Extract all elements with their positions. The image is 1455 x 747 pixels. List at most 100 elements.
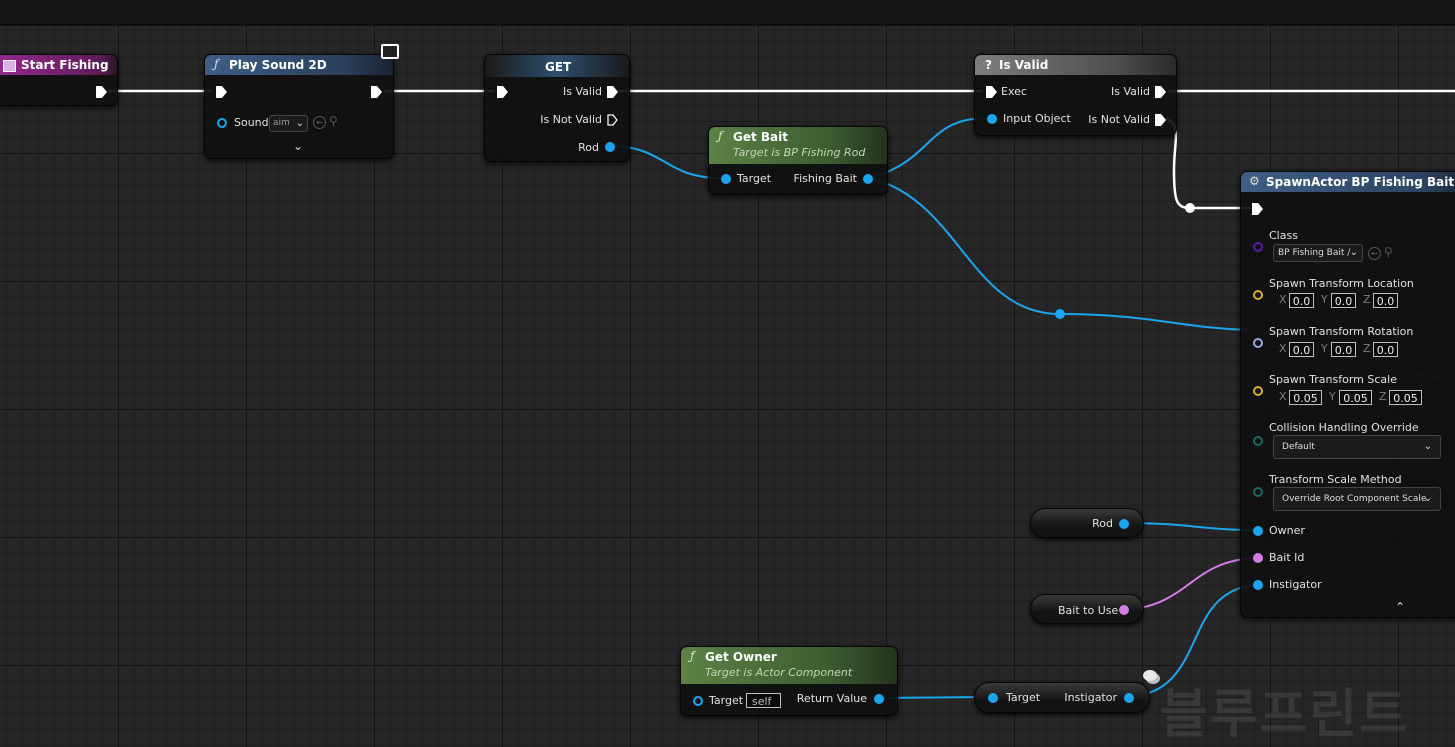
- chevron-down-icon: ⌄: [295, 118, 304, 129]
- location-z-input[interactable]: 0.0: [1373, 293, 1398, 308]
- y-axis-label: Y: [1321, 342, 1328, 355]
- browse-class-icon[interactable]: ⚲: [1384, 245, 1393, 259]
- validated-get-node[interactable]: GET Is Valid Is Not Valid Rod: [484, 54, 630, 162]
- instigator-output-pin[interactable]: [1124, 693, 1134, 703]
- is-valid-header: ? Is Valid: [975, 55, 1176, 75]
- spawn-actor-node[interactable]: ⚙ SpawnActor BP Fishing Bait Asset Class…: [1240, 171, 1455, 618]
- target-pin[interactable]: [693, 696, 703, 706]
- is-valid-label: Is Valid: [1111, 85, 1150, 98]
- collision-override-pin[interactable]: [1253, 436, 1263, 446]
- return-value-label: Return Value: [796, 692, 867, 705]
- target-label: Target: [737, 172, 772, 185]
- chevron-down-icon: ⌄: [1423, 493, 1432, 504]
- y-axis-label: Y: [1329, 390, 1336, 403]
- get-bait-header: ƒ Get Bait Target is BP Fishing Rod: [709, 127, 887, 164]
- get-owner-node[interactable]: ƒ Get Owner Target is Actor Component Ta…: [680, 646, 898, 716]
- get-instigator-node[interactable]: Target Instigator: [974, 682, 1150, 713]
- rod-output-pin[interactable]: [605, 142, 615, 152]
- class-label: Class: [1269, 229, 1298, 242]
- owner-pin[interactable]: [1253, 526, 1263, 536]
- target-pin[interactable]: [721, 174, 731, 184]
- node-title: GET: [545, 60, 572, 74]
- rod-variable-node[interactable]: Rod: [1030, 508, 1144, 538]
- transform-scale-method-pin[interactable]: [1253, 487, 1263, 497]
- rod-label: Rod: [578, 141, 599, 154]
- rotation-x-input[interactable]: 0.0: [1289, 342, 1314, 357]
- spawn-location-pin[interactable]: [1253, 290, 1263, 300]
- node-subtitle: Target is Actor Component: [705, 666, 853, 679]
- collapse-advanced-icon[interactable]: ⌃: [1395, 600, 1405, 614]
- collision-override-label: Collision Handling Override: [1269, 421, 1419, 434]
- spawn-rotation-label: Spawn Transform Rotation: [1269, 325, 1414, 338]
- bait-to-use-output-pin[interactable]: [1119, 605, 1129, 615]
- owner-label: Owner: [1269, 524, 1305, 537]
- browse-asset-icon[interactable]: ⚲: [329, 114, 338, 128]
- class-pin[interactable]: [1253, 242, 1263, 252]
- play-sound-2d-node[interactable]: ƒ Play Sound 2D Sound aim ⌄ ← ⚲ ⌄: [204, 54, 394, 159]
- instigator-label: Instigator: [1269, 578, 1322, 591]
- z-axis-label: Z: [1379, 390, 1387, 403]
- spawn-actor-icon: ⚙: [1249, 174, 1260, 188]
- fishing-bait-label: Fishing Bait: [793, 172, 857, 185]
- bait-id-label: Bait Id: [1269, 551, 1305, 564]
- start-fishing-node[interactable]: Start Fishing: [0, 54, 118, 106]
- node-title: SpawnActor BP Fishing Bait Asset: [1266, 175, 1455, 189]
- is-not-valid-label: Is Not Valid: [540, 113, 602, 126]
- location-y-input[interactable]: 0.0: [1331, 293, 1356, 308]
- function-icon: ƒ: [690, 649, 695, 663]
- sound-value: aim: [273, 118, 290, 128]
- scale-z-input[interactable]: 0.05: [1389, 390, 1422, 405]
- sound-pin[interactable]: [217, 118, 227, 128]
- object-wire: [1059, 313, 1251, 331]
- node-title: Is Valid: [999, 58, 1049, 72]
- sound-asset-dropdown[interactable]: aim ⌄: [269, 115, 308, 132]
- is-valid-node[interactable]: ? Is Valid Exec Is Valid Input Object Is…: [974, 54, 1177, 136]
- question-icon: ?: [985, 58, 992, 72]
- collision-override-dropdown[interactable]: Default ⌄: [1273, 435, 1441, 459]
- rotation-z-input[interactable]: 0.0: [1373, 342, 1398, 357]
- spawn-scale-label: Spawn Transform Scale: [1269, 373, 1397, 386]
- rotation-y-input[interactable]: 0.0: [1331, 342, 1356, 357]
- return-value-output-pin[interactable]: [874, 694, 884, 704]
- location-x-input[interactable]: 0.0: [1289, 293, 1314, 308]
- class-dropdown[interactable]: BP Fishing Bait / ⌄: [1273, 244, 1363, 262]
- use-selected-asset-icon[interactable]: ←: [313, 116, 326, 129]
- rod-output-pin[interactable]: [1119, 519, 1129, 529]
- client-only-icon: [381, 44, 399, 59]
- fishing-bait-output-pin[interactable]: [863, 174, 873, 184]
- node-title: Get Bait: [733, 130, 788, 144]
- target-pin[interactable]: [988, 693, 998, 703]
- exec-reroute-dot: [1185, 203, 1195, 213]
- transform-method-value: Override Root Component Scale: [1282, 494, 1427, 504]
- target-label: Target: [709, 694, 744, 707]
- scale-y-input[interactable]: 0.05: [1339, 390, 1372, 405]
- z-axis-label: Z: [1363, 342, 1371, 355]
- bait-to-use-variable-node[interactable]: Bait to Use: [1030, 594, 1144, 624]
- object-reroute-dot: [1055, 309, 1065, 319]
- node-title: Play Sound 2D: [229, 58, 327, 72]
- bait-id-pin[interactable]: [1253, 553, 1263, 563]
- play-sound-header: ƒ Play Sound 2D: [205, 55, 393, 75]
- get-header: GET: [485, 55, 629, 77]
- use-selected-class-icon[interactable]: ←: [1368, 247, 1381, 260]
- expand-advanced-icon[interactable]: ⌄: [293, 139, 303, 153]
- bait-to-use-label: Bait to Use: [1058, 604, 1119, 617]
- input-object-pin[interactable]: [987, 114, 997, 124]
- start-fishing-header: Start Fishing: [0, 55, 117, 75]
- spawn-rotation-pin[interactable]: [1253, 338, 1263, 348]
- event-icon: [3, 60, 16, 72]
- spawn-scale-pin[interactable]: [1253, 386, 1263, 396]
- object-wire: [869, 177, 1061, 315]
- target-self-input[interactable]: self: [746, 693, 781, 708]
- node-title: Start Fishing: [21, 58, 109, 72]
- name-wire: [1123, 557, 1258, 611]
- x-axis-label: X: [1279, 293, 1287, 306]
- transform-scale-method-dropdown[interactable]: Override Root Component Scale ⌄: [1273, 487, 1441, 511]
- input-object-label: Input Object: [1003, 112, 1071, 125]
- is-not-valid-label: Is Not Valid: [1088, 113, 1150, 126]
- scale-x-input[interactable]: 0.05: [1289, 390, 1322, 405]
- get-bait-node[interactable]: ƒ Get Bait Target is BP Fishing Rod Targ…: [708, 126, 888, 195]
- sound-label: Sound: [234, 116, 269, 129]
- instigator-pin[interactable]: [1253, 580, 1263, 590]
- x-axis-label: X: [1279, 342, 1287, 355]
